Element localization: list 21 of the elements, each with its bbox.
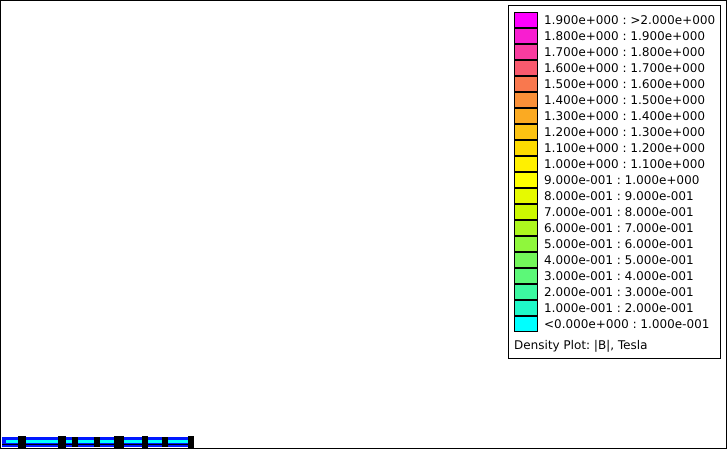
legend-label: <0.000e+000 : 1.000e-001	[544, 317, 710, 331]
legend-label: 6.000e-001 : 7.000e-001	[544, 221, 694, 235]
legend-label: 1.400e+000 : 1.500e+000	[544, 93, 706, 107]
legend-label: 5.000e-001 : 6.000e-001	[544, 237, 694, 251]
legend-label: 1.200e+000 : 1.300e+000	[544, 125, 706, 139]
legend-label: 4.000e-001 : 5.000e-001	[544, 253, 694, 267]
legend-label: 3.000e-001 : 4.000e-001	[544, 269, 694, 283]
legend-label: 1.800e+000 : 1.900e+000	[544, 29, 706, 43]
legend-label: 2.000e-001 : 3.000e-001	[544, 285, 694, 299]
legend-label: 7.000e-001 : 8.000e-001	[544, 205, 694, 219]
legend-label: 1.000e-001 : 2.000e-001	[544, 301, 694, 315]
legend-label: 1.100e+000 : 1.200e+000	[544, 141, 706, 155]
legend-label: 1.000e+000 : 1.100e+000	[544, 157, 706, 171]
legend-label: 1.300e+000 : 1.400e+000	[544, 109, 706, 123]
legend-label: 1.700e+000 : 1.800e+000	[544, 45, 706, 59]
legend-label: 9.000e-001 : 1.000e+000	[544, 173, 700, 187]
legend-label: 1.500e+000 : 1.600e+000	[544, 77, 706, 91]
legend-caption: Density Plot: |B|, Tesla	[514, 338, 648, 352]
legend-label: 1.900e+000 : >2.000e+000	[544, 13, 716, 27]
legend-label: 8.000e-001 : 9.000e-001	[544, 189, 694, 203]
legend-label: 1.600e+000 : 1.700e+000	[544, 61, 706, 75]
